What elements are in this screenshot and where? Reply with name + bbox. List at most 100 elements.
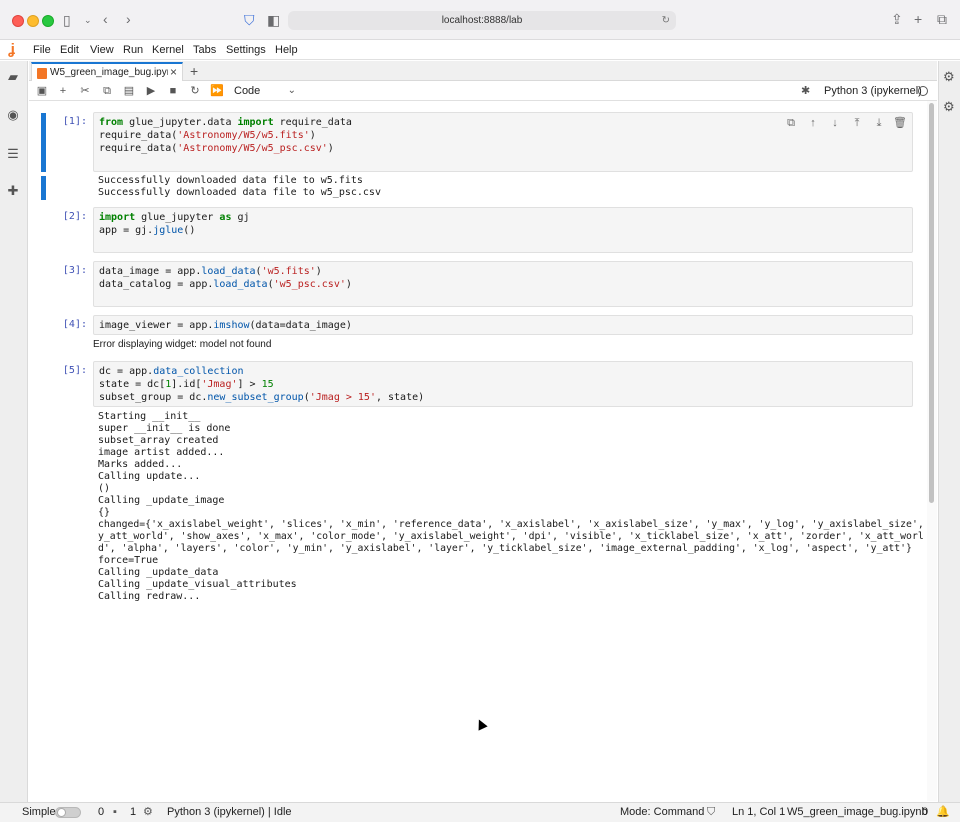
cell-type-value: Code [234, 85, 261, 97]
minimize-window-button[interactable] [27, 15, 39, 27]
output-line: {} [98, 507, 111, 518]
scrollbar-thumb[interactable] [929, 103, 934, 503]
output-line: subset_array created [98, 435, 219, 446]
kernel-count[interactable]: 1 [130, 803, 136, 821]
stop-icon[interactable]: ■ [165, 83, 181, 99]
tabs-overview-icon[interactable]: ⧉ [937, 12, 947, 26]
add-cell-icon[interactable]: + [55, 83, 71, 99]
zoom-window-button[interactable] [42, 15, 54, 27]
output-collapse-bar[interactable] [41, 176, 46, 200]
share-icon[interactable]: ⇪ [891, 12, 903, 26]
output-line: changed={'x_axislabel_weight', 'slices',… [98, 519, 936, 530]
code-line: import glue_jupyter as gj [99, 212, 250, 223]
folder-icon[interactable]: ▰ [5, 69, 21, 85]
toc-icon[interactable]: ☰ [5, 146, 21, 162]
menu-settings[interactable]: Settings [226, 41, 266, 59]
kernel-icon: ⚙ [143, 806, 153, 818]
shield-icon[interactable]: ⛉ [244, 13, 255, 27]
save-icon[interactable]: ▣ [34, 83, 50, 99]
new-tab-icon[interactable]: + [914, 12, 922, 26]
output-line: super __init__ is done [98, 423, 231, 434]
code-cell-input[interactable]: dc = app.data_collection state = dc[1].i… [93, 361, 913, 407]
code-line: require_data('Astronomy/W5/w5_psc.csv') [99, 143, 334, 154]
menu-edit[interactable]: Edit [60, 41, 79, 59]
cell-type-select[interactable]: Code ⌄ [234, 82, 296, 100]
toggle-knob [57, 808, 66, 817]
simple-mode-toggle[interactable] [55, 807, 81, 818]
code-cell-input[interactable]: data_image = app.load_data('w5.fits') da… [93, 261, 913, 307]
insert-above-icon[interactable]: ⤒ [850, 116, 864, 130]
cell-prompt: [1]: [62, 116, 87, 127]
kernel-status-text[interactable]: Python 3 (ipykernel) | Idle [167, 803, 292, 821]
cursor-position-text[interactable]: Ln 1, Col 1 [732, 803, 785, 821]
tab-title: W5_green_image_bug.ipynb [50, 67, 168, 78]
insert-below-icon[interactable]: ⤓ [872, 116, 886, 130]
run-icon[interactable]: ▶ [143, 83, 159, 99]
output-line: force=True [98, 555, 159, 566]
copy-icon[interactable]: ⧉ [99, 83, 115, 99]
menu-file[interactable]: File [33, 41, 51, 59]
cell-prompt: [3]: [62, 265, 87, 276]
notebook-mode-text: Mode: Command [620, 806, 705, 818]
terminal-count[interactable]: 0 [98, 803, 104, 821]
duplicate-icon[interactable]: ⧉ [784, 116, 798, 130]
reader-icon[interactable]: ◧ [267, 13, 280, 27]
close-window-button[interactable] [12, 15, 24, 27]
tab-bar: W5_green_image_bug.ipynb × + [29, 61, 937, 82]
menu-tabs[interactable]: Tabs [193, 41, 216, 59]
cut-icon[interactable]: ✂ [77, 83, 93, 99]
menu-help[interactable]: Help [275, 41, 298, 59]
debugger-icon[interactable]: ⚙ [943, 99, 955, 115]
status-bar: Simple 0 ▪ 1 ⚙ Python 3 (ipykernel) | Id… [0, 802, 960, 822]
output-line: Calling _update_data [98, 567, 219, 578]
property-inspector-icon[interactable]: ⚙ [943, 69, 955, 85]
status-filename: W5_green_image_bug.ipynb [787, 806, 928, 818]
bell-icon[interactable]: 🔔 [936, 803, 950, 821]
menu-kernel[interactable]: Kernel [152, 41, 184, 59]
run-all-icon[interactable]: ⏩ [209, 83, 225, 99]
code-line: app = gj.jglue() [99, 225, 196, 236]
menu-bar: ʝ File Edit View Run Kernel Tabs Setting… [0, 40, 960, 60]
move-down-icon[interactable]: ↓ [828, 116, 842, 130]
address-bar[interactable]: localhost:8888/lab ↻ [288, 11, 676, 30]
forward-icon[interactable]: › [126, 12, 131, 26]
restart-icon[interactable]: ↻ [187, 83, 203, 99]
output-line: d', 'alpha', 'layers', 'color', 'y_min',… [98, 543, 912, 554]
reload-icon[interactable]: ↻ [662, 11, 670, 30]
extension-icon[interactable]: ✚ [5, 183, 21, 199]
back-icon[interactable]: ‹ [103, 12, 108, 26]
url-text: localhost:8888/lab [441, 15, 523, 26]
running-icon[interactable]: ◉ [5, 107, 21, 123]
notification-count[interactable]: 0 [922, 803, 928, 821]
code-line: subset_group = dc.new_subset_group('Jmag… [99, 392, 425, 403]
output-line: image artist added... [98, 447, 225, 458]
menu-run[interactable]: Run [123, 41, 143, 59]
sidebar-icon[interactable]: ▯ [63, 13, 71, 27]
code-cell-input[interactable]: image_viewer = app.imshow(data=data_imag… [93, 315, 913, 335]
kernel-name-button[interactable]: Python 3 (ipykernel) [824, 84, 922, 98]
code-cell-input[interactable]: import glue_jupyter as gj app = gj.jglue… [93, 207, 913, 253]
output-line: Calling redraw... [98, 591, 201, 602]
bug-icon[interactable]: ✱ [801, 84, 810, 97]
paste-icon[interactable]: ▤ [121, 83, 137, 99]
cell-prompt: [4]: [62, 319, 87, 330]
browser-toolbar: ▯ ⌄ ‹ › ⛉ ◧ localhost:8888/lab ↻ ⇪ + ⧉ [0, 0, 960, 40]
tab-notebook[interactable]: W5_green_image_bug.ipynb × [31, 62, 183, 82]
code-line: data_image = app.load_data('w5.fits') [99, 266, 322, 277]
close-tab-icon[interactable]: × [170, 65, 177, 79]
simple-mode-label: Simple [22, 806, 56, 818]
cell-prompt: [2]: [62, 211, 87, 222]
output-line: Calling _update_image [98, 495, 225, 506]
delete-icon[interactable]: 🗑 [893, 116, 907, 130]
notebook-panel[interactable]: [1]: from glue_jupyter.data import requi… [29, 101, 936, 801]
output-line: Calling _update_visual_attributes [98, 579, 297, 590]
cell-prompt: [5]: [62, 365, 87, 376]
notebook-scrollbar[interactable] [927, 101, 937, 801]
menu-view[interactable]: View [90, 41, 114, 59]
code-line: from glue_jupyter.data import require_da… [99, 117, 352, 128]
output-line: Successfully downloaded data file to w5_… [98, 187, 381, 198]
chevron-down-icon: ⌄ [287, 85, 296, 96]
move-up-icon[interactable]: ↑ [806, 116, 820, 130]
chevron-down-icon[interactable]: ⌄ [84, 13, 92, 27]
new-launcher-button[interactable]: + [190, 62, 198, 80]
